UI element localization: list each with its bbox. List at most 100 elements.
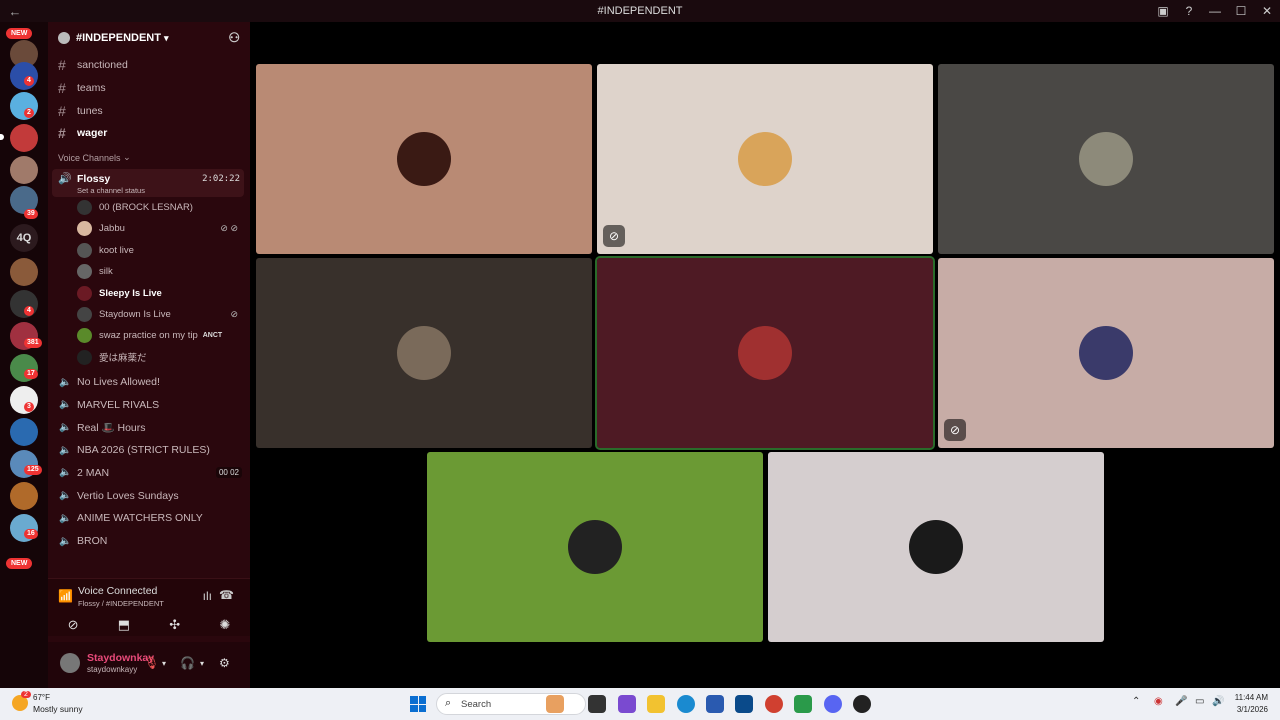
muted-icon: ⊘ — [603, 225, 625, 247]
channel-status-prompt[interactable]: Set a channel status — [77, 186, 145, 195]
voice-channel[interactable]: 🔈 Real 🎩 Hours — [48, 416, 250, 439]
voice-channel[interactable]: 🔈STREAMING — [48, 552, 250, 556]
server-icon[interactable]: 4Q — [10, 224, 38, 252]
channel-wager[interactable]: # wager — [48, 122, 250, 145]
active-voice-channel[interactable]: 🔊 Flossy Set a channel status 2:02:22 — [52, 168, 244, 197]
help-icon[interactable]: ? — [1176, 4, 1202, 18]
server-icon[interactable] — [10, 258, 38, 286]
copilot-icon[interactable] — [618, 695, 636, 713]
participant-tile[interactable] — [256, 64, 592, 254]
server-icon[interactable] — [10, 62, 38, 90]
display-icon[interactable]: ▭ — [1195, 696, 1204, 707]
chevron-down-icon[interactable]: ▾ — [200, 659, 204, 668]
tray-app-icon[interactable]: ◉ — [1154, 696, 1163, 707]
chevron-up-icon[interactable]: ⌃ — [1132, 696, 1140, 707]
clock[interactable]: 11:44 AM 3/1/2026 — [1235, 692, 1268, 716]
voice-member[interactable]: koot live — [48, 240, 250, 261]
voice-channel[interactable]: 🔈 BRON — [48, 530, 250, 553]
participant-tile[interactable] — [768, 452, 1104, 642]
participant-tile[interactable]: ⊘ — [938, 258, 1274, 448]
voice-connected-subtitle[interactable]: Flossy / #INDEPENDENT — [78, 599, 164, 608]
voice-channel[interactable]: 🔈 2 MAN 00 02 — [48, 462, 250, 485]
voice-member[interactable]: silk — [48, 261, 250, 282]
store-icon[interactable] — [706, 695, 724, 713]
hash-icon: # — [58, 57, 66, 74]
avatar — [77, 242, 92, 258]
widgets-icon[interactable] — [546, 695, 564, 713]
microphone-icon[interactable]: 🎤 — [1175, 696, 1187, 707]
guild-header[interactable]: #INDEPENDENT ▾ ⚇ — [48, 22, 250, 54]
app-icon[interactable] — [853, 695, 871, 713]
voice-member[interactable]: Jabbu ⊘ ⊘ — [48, 218, 250, 239]
search-placeholder: Search — [461, 699, 492, 710]
activities-icon[interactable]: ✣ — [169, 617, 180, 633]
participant-tile[interactable]: ⊘ — [597, 64, 933, 254]
chevron-down-icon[interactable]: ▾ — [162, 659, 166, 668]
avatar — [77, 264, 92, 280]
minimize-button[interactable]: — — [1202, 4, 1228, 18]
chevron-down-icon: ▾ — [163, 32, 169, 43]
voice-channel[interactable]: 🔈 Vertio Loves Sundays — [48, 484, 250, 507]
chrome-icon[interactable] — [765, 695, 783, 713]
gear-icon[interactable]: ⚙ — [219, 656, 230, 670]
taskbar: 2 67°F Mostly sunny ⌕ Search ⌃ ◉ 🎤 ▭ 🔊 1… — [0, 688, 1280, 720]
volume-icon[interactable]: 🔊 — [1212, 696, 1224, 707]
edge-icon[interactable] — [677, 695, 695, 713]
voice-channel[interactable]: 🔈 NBA 2026 (STRICT RULES) — [48, 439, 250, 462]
voice-member[interactable]: Sleepy Is Live — [48, 282, 250, 303]
voice-member[interactable]: 愛は麻薬だ — [48, 346, 250, 367]
file-explorer-icon[interactable] — [647, 695, 665, 713]
voice-member[interactable]: Staydown Is Live ⊘ — [48, 304, 250, 325]
participant-tile[interactable] — [427, 452, 763, 642]
camera-off-icon[interactable]: ⊘ — [68, 617, 79, 633]
weather-badge: 2 — [21, 691, 31, 698]
channel-tunes[interactable]: # tunes — [48, 99, 250, 122]
disconnect-icon[interactable]: ☎ — [219, 588, 234, 602]
soundboard-icon[interactable]: ✺ — [219, 617, 230, 633]
window-controls: ▣ ? — ☐ ✕ — [1150, 0, 1280, 22]
participant-tile[interactable] — [256, 258, 592, 448]
start-icon[interactable] — [410, 696, 426, 712]
server-icon[interactable] — [10, 124, 38, 152]
voice-channel-name: No Lives Allowed! — [77, 376, 160, 389]
voice-member[interactable]: 00 (BROCK LESNAR) — [48, 197, 250, 218]
mic-muted-icon[interactable]: 🎙 — [144, 656, 159, 670]
channel-sidebar: #INDEPENDENT ▾ ⚇ # sanctioned # teams # tun… — [48, 22, 250, 688]
avatar — [77, 349, 92, 365]
voice-channel[interactable]: 🔈 ANIME WATCHERS ONLY — [48, 507, 250, 530]
back-arrow-icon[interactable]: ← — [0, 4, 30, 19]
muted-icon: ⊘ — [230, 308, 238, 319]
avatar[interactable] — [60, 653, 80, 673]
outlook-icon[interactable] — [735, 695, 753, 713]
server-icon[interactable] — [10, 418, 38, 446]
participant-avatar — [568, 520, 622, 574]
signal-icon[interactable]: 📶 — [58, 589, 73, 603]
headphones-icon[interactable]: 🎧 — [180, 656, 195, 670]
voice-channels-header[interactable]: Voice Channels ⌄ — [48, 149, 250, 167]
voice-channel[interactable]: 🔈 No Lives Allowed! — [48, 371, 250, 394]
inbox-icon[interactable]: ▣ — [1150, 4, 1176, 18]
temperature: 67°F — [33, 693, 50, 702]
close-button[interactable]: ✕ — [1254, 4, 1280, 18]
noise-suppression-icon[interactable]: ılı — [203, 589, 212, 603]
screen-share-icon[interactable]: ⬒ — [118, 617, 130, 633]
voice-channel-name: MARVEL RIVALS — [77, 398, 160, 411]
terminal-icon[interactable] — [588, 695, 606, 713]
invite-people-icon[interactable]: ⚇ — [228, 30, 240, 46]
server-icon[interactable] — [10, 156, 38, 184]
channel-sanctioned[interactable]: # sanctioned — [48, 54, 250, 77]
participant-tile[interactable] — [938, 64, 1274, 254]
weather-widget[interactable]: 2 67°F Mostly sunny — [12, 691, 132, 716]
participant-tile[interactable] — [595, 256, 935, 450]
user-handle: staydownkayy — [87, 665, 138, 674]
server-rail: NEW 4 2 39 4Q 4 381 17 3 125 16 NEW — [0, 22, 48, 688]
maximize-button[interactable]: ☐ — [1228, 4, 1254, 18]
channel-teams[interactable]: # teams — [48, 77, 250, 100]
voice-member[interactable]: swaz practice on my tip ANCT — [48, 325, 250, 346]
server-icon[interactable] — [10, 482, 38, 510]
discord-icon[interactable] — [824, 695, 842, 713]
server-tag: ANCT — [202, 332, 223, 340]
app-icon[interactable] — [794, 695, 812, 713]
speaker-icon: 🔈 — [59, 535, 72, 547]
voice-channel[interactable]: 🔈 MARVEL RIVALS — [48, 394, 250, 417]
